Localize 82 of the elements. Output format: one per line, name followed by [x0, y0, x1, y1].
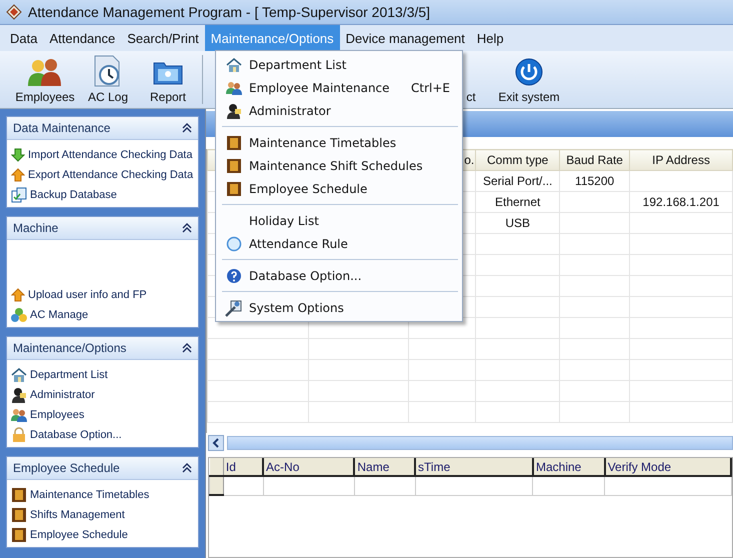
sidebar-link[interactable]: Administrator	[30, 389, 95, 401]
numbered-tile-icon	[226, 134, 242, 150]
person-icon	[226, 102, 242, 118]
toolbar-button[interactable]: Exit system	[497, 51, 561, 108]
house-icon	[11, 367, 27, 383]
menu-option[interactable]: Department List	[216, 53, 462, 76]
numbered-tile-icon	[226, 180, 242, 196]
panel-title: Data Maintenance	[13, 121, 110, 135]
menu-option[interactable]: Database Option...	[216, 264, 462, 287]
numbered-tile-icon	[11, 487, 27, 503]
arrow-down-icon	[11, 148, 25, 162]
toolbar-button[interactable]: ct	[465, 90, 477, 108]
app-icon	[6, 4, 22, 20]
numbered-tile-icon	[226, 158, 242, 174]
collapse-icon[interactable]	[182, 123, 192, 133]
collapse-icon[interactable]	[182, 223, 192, 233]
column-header[interactable]: sTime	[415, 458, 533, 476]
toolbar-button[interactable]: Employees	[10, 51, 80, 108]
menu-option[interactable]: Maintenance Shift Schedules	[216, 154, 462, 177]
tools-icon	[225, 298, 243, 316]
collapse-icon[interactable]	[182, 343, 192, 353]
column-header[interactable]: Machine	[532, 458, 605, 476]
menu-option[interactable]: Maintenance Timetables	[216, 131, 462, 154]
menu-item[interactable]: Help	[470, 25, 510, 51]
menu-option[interactable]: Administrator	[216, 99, 462, 122]
column-header[interactable]: Id	[223, 458, 264, 476]
menu-item[interactable]: Search/Print	[121, 25, 205, 51]
panel-title: Employee Schedule	[13, 461, 120, 475]
menu-option[interactable]: Holiday List	[216, 209, 462, 232]
column-header[interactable]: IP Address	[630, 150, 732, 170]
sidebar-link[interactable]: AC Manage	[30, 309, 88, 321]
menu-option[interactable]: Employee Maintenance Ctrl+E	[216, 76, 462, 99]
panel-title: Maintenance/Options	[13, 341, 126, 355]
sidebar-link[interactable]: Employees	[30, 409, 84, 421]
shortcut-label: Ctrl+E	[411, 80, 450, 94]
numbered-tile-icon	[11, 527, 27, 543]
chevron-left-icon[interactable]	[212, 438, 220, 448]
menu-item[interactable]: Device management	[340, 25, 471, 51]
arrow-up-icon	[11, 168, 25, 182]
column-header[interactable]: Ac-No	[263, 458, 354, 476]
people-icon	[27, 57, 63, 87]
table-cell: 115200	[560, 170, 630, 192]
menu-option[interactable]: System Options	[216, 296, 462, 319]
people-icon	[226, 80, 242, 96]
house-icon	[226, 56, 242, 72]
sidebar-link[interactable]: Department List	[30, 369, 108, 381]
table-cell: USB	[476, 212, 560, 234]
power-icon	[514, 57, 544, 87]
column-header[interactable]: Verify Mode	[604, 458, 731, 476]
collapse-icon[interactable]	[182, 463, 192, 473]
documents-icon	[11, 187, 27, 203]
sidebar-link[interactable]: Upload user info and FP	[28, 289, 147, 301]
column-header[interactable]: Name	[354, 458, 416, 476]
arrow-up-icon	[11, 288, 25, 302]
window-title: Attendance Management Program - [ Temp-Supervisor 2013/3/5]	[28, 4, 430, 20]
people-icon	[11, 407, 27, 423]
toolbar-button[interactable]: Report	[140, 51, 196, 108]
sidebar-link[interactable]: Database Option...	[30, 429, 122, 441]
lock-icon	[11, 427, 27, 443]
sidebar-link[interactable]: Export Attendance Checking Data	[28, 169, 194, 181]
menu-item[interactable]: Data	[4, 25, 44, 51]
menu-item[interactable]: Attendance	[43, 25, 122, 51]
table-cell: Serial Port/...	[476, 170, 560, 192]
panel-title: Machine	[13, 221, 58, 235]
table-cell: Ethernet	[476, 192, 560, 212]
numbered-tile-icon	[11, 507, 27, 523]
table-cell: 192.168.1.201	[630, 192, 732, 212]
circle-icon	[226, 236, 242, 252]
menu-option[interactable]: Attendance Rule	[216, 232, 462, 255]
menu-option[interactable]: Employee Schedule	[216, 177, 462, 200]
person-icon	[11, 387, 27, 403]
circles-icon	[11, 307, 27, 323]
sidebar-link[interactable]: Backup Database	[30, 189, 117, 201]
column-header[interactable]: Comm type	[476, 150, 560, 170]
sidebar-link[interactable]: Shifts Management	[30, 509, 125, 521]
sidebar-link[interactable]: Import Attendance Checking Data	[28, 149, 192, 161]
horizontal-scrollbar[interactable]	[206, 435, 733, 451]
sidebar-link[interactable]: Maintenance Timetables	[30, 489, 150, 501]
sidebar-link[interactable]: Employee Schedule	[30, 529, 128, 541]
help-icon	[226, 268, 242, 284]
toolbar-button[interactable]: AC Log	[82, 51, 134, 108]
column-header[interactable]: Baud Rate	[560, 150, 630, 170]
